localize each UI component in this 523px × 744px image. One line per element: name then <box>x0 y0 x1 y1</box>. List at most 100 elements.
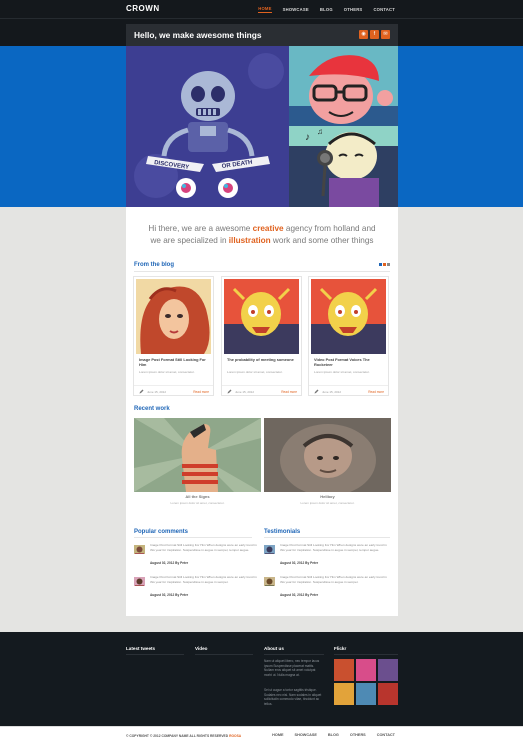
comment-meta: August 02, 2012 By Peter <box>150 593 189 597</box>
blog-section-title: From the blog <box>134 262 174 268</box>
intro-line2-a: we are specialized in <box>150 236 229 245</box>
post-title[interactable]: The probability of meeting someone <box>227 357 299 362</box>
work-thumbnail[interactable] <box>134 418 261 492</box>
hero-illustration-nerd <box>289 46 398 126</box>
comments-section-title: Popular comments <box>134 529 189 535</box>
post-date: June 15, 2012 <box>322 389 342 394</box>
blog-post-card[interactable]: Image Post Format Still Looking For Him … <box>133 276 214 396</box>
latest-tweets-title: Latest tweets <box>126 646 156 651</box>
flickr-photo[interactable] <box>356 683 376 705</box>
flickr-photo[interactable] <box>356 659 376 681</box>
footer-nav-blog[interactable]: BLOG <box>328 733 339 737</box>
post-title[interactable]: Video Post Format Voices The Rocketeer <box>314 357 386 367</box>
about-title: About us <box>264 646 284 651</box>
comment-item: Image Post Format Still Looking For Him … <box>134 543 259 567</box>
work-title[interactable]: All the Signs <box>134 494 261 499</box>
bottom-bar: © COPYRIGHT © 2012 COMPANY NAME ALL RIGH… <box>0 726 523 744</box>
nav-contact[interactable]: CONTACT <box>373 7 395 12</box>
blog-post-card[interactable]: The probability of meeting someone Lorem… <box>221 276 302 396</box>
footer-nav: HOME SHOWCASE BLOG OTHERS CONTACT <box>272 733 395 737</box>
tagline: Hello, we make awesome things <box>134 30 262 40</box>
nav-blog[interactable]: BLOG <box>320 7 333 12</box>
flickr-photo[interactable] <box>378 659 398 681</box>
avatar <box>134 575 145 586</box>
work-title[interactable]: Hellboy <box>264 494 391 499</box>
blog-post-card[interactable]: Video Post Format Voices The Rocketeer L… <box>308 276 389 396</box>
post-date: June 15, 2012 <box>235 389 255 394</box>
about-text: Nam ut aliquet libero, nec tempor lacus … <box>264 659 320 677</box>
intro-line1-a: Hi there, we are a awesome <box>148 224 253 233</box>
nav-home[interactable]: HOME <box>258 6 272 13</box>
post-footer: June 15, 2012 Read more <box>222 385 301 396</box>
divider <box>134 271 390 272</box>
content-panel: Hi there, we are a awesome creative agen… <box>126 207 398 616</box>
hero-illustration-singer: ♪ ♫ <box>289 126 398 207</box>
post-thumbnail[interactable] <box>136 279 211 354</box>
work-subtitle: Lorem ipsum dolor sit amet, consectetur. <box>170 501 225 505</box>
site-logo[interactable]: CROWN <box>126 4 160 13</box>
avatar <box>264 543 275 554</box>
flickr-photo[interactable] <box>334 659 354 681</box>
post-thumbnail[interactable] <box>311 279 386 354</box>
post-title[interactable]: Image Post Format Still Looking For Him <box>139 357 211 367</box>
read-more-link[interactable]: Read more <box>368 390 384 394</box>
main-nav: HOME SHOWCASE BLOG OTHERS CONTACT <box>258 0 395 18</box>
nav-others[interactable]: OTHERS <box>344 7 363 12</box>
footer-nav-contact[interactable]: CONTACT <box>377 733 395 737</box>
comment-item: Image Post Format Still Looking For Him … <box>134 575 259 599</box>
footer-nav-others[interactable]: OTHERS <box>350 733 366 737</box>
copyright-brand[interactable]: ROOSA <box>229 734 241 738</box>
footer-nav-showcase[interactable]: SHOWCASE <box>295 733 317 737</box>
site-footer: Latest tweets Video About us Nam ut aliq… <box>0 632 523 726</box>
post-excerpt: Lorem ipsum dolor sit amet, consectetur. <box>139 370 195 374</box>
copyright-text: © COPYRIGHT © 2012 COMPANY NAME ALL RIGH… <box>126 734 230 738</box>
post-excerpt: Lorem ipsum dolor sit amet, consectetur. <box>314 370 370 374</box>
post-footer: June 15, 2012 Read more <box>134 385 213 396</box>
intro-line2-b: work and some other things <box>270 236 374 245</box>
testimonial-text: Image Post Format Still Looking For Him … <box>280 575 387 584</box>
testimonial-text: Image Post Format Still Looking For Him … <box>280 543 387 552</box>
post-date: June 15, 2012 <box>147 389 167 394</box>
post-footer: June 15, 2012 Read more <box>309 385 388 396</box>
pencil-icon <box>139 389 144 394</box>
intro-line1-b: agency from holland and <box>283 224 376 233</box>
post-thumbnail[interactable] <box>224 279 299 354</box>
svg-text:♫: ♫ <box>317 127 323 136</box>
divider <box>126 654 184 655</box>
testimonials-section-title: Testimonials <box>264 529 301 535</box>
video-title: Video <box>195 646 208 651</box>
work-thumbnail[interactable] <box>264 418 391 492</box>
tagline-bar: Hello, we make awesome things ◉ f ✉ <box>126 24 398 46</box>
facebook-icon[interactable]: f <box>370 30 379 39</box>
read-more-link[interactable]: Read more <box>281 390 297 394</box>
work-section-title: Recent work <box>134 406 170 412</box>
post-excerpt: Lorem ipsum dolor sit amet, consectetur. <box>227 370 283 374</box>
pencil-icon <box>227 389 232 394</box>
comment-meta: August 02, 2012 By Peter <box>150 561 189 565</box>
flickr-title: Flickr <box>334 646 347 651</box>
work-subtitle: Lorem ipsum dolor sit amet, consectetur. <box>300 501 355 505</box>
intro-text: Hi there, we are a awesome creative agen… <box>126 223 398 247</box>
comment-text: Image Post Format Still Looking For Him … <box>150 575 257 584</box>
hero-illustration-robot: DISCOVERY OR DEATH <box>126 46 289 207</box>
blog-slider-controls[interactable] <box>379 263 390 266</box>
rss-icon[interactable]: ◉ <box>359 30 368 39</box>
divider <box>195 654 253 655</box>
intro-highlight-illustration: illustration <box>228 236 271 245</box>
comment-text: Image Post Format Still Looking For Him … <box>150 543 257 552</box>
testimonial-item: Image Post Format Still Looking For Him … <box>264 543 389 567</box>
flickr-photo[interactable] <box>334 683 354 705</box>
read-more-link[interactable]: Read more <box>193 390 209 394</box>
email-icon[interactable]: ✉ <box>381 30 390 39</box>
about-text-secondary: Sei ut augue a tortor sagittis tristique… <box>264 688 322 706</box>
flickr-photo[interactable] <box>378 683 398 705</box>
nav-showcase[interactable]: SHOWCASE <box>283 7 309 12</box>
avatar <box>264 575 275 586</box>
testimonial-meta: August 02, 2012 By Peter <box>280 593 319 597</box>
top-bar: CROWN HOME SHOWCASE BLOG OTHERS CONTACT <box>0 0 523 18</box>
divider <box>134 537 252 538</box>
footer-nav-home[interactable]: HOME <box>272 733 283 737</box>
copyright: © COPYRIGHT © 2012 COMPANY NAME ALL RIGH… <box>126 734 241 738</box>
testimonial-item: Image Post Format Still Looking For Him … <box>264 575 389 599</box>
intro-highlight-creative: creative <box>252 224 284 233</box>
